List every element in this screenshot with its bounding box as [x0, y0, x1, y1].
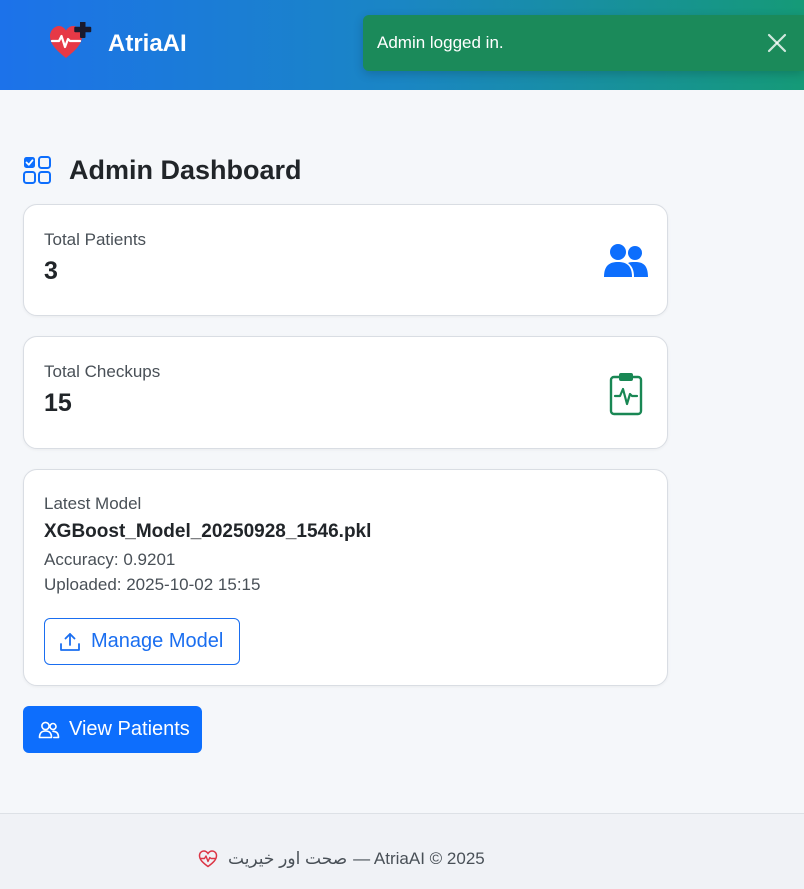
view-patients-button[interactable]: View Patients: [23, 706, 202, 753]
brand-name: AtriaAI: [108, 30, 187, 57]
model-filename: XGBoost_Model_20250928_1546.pkl: [44, 521, 372, 542]
total-checkups-value: 15: [44, 389, 72, 417]
manage-model-button[interactable]: Manage Model: [44, 618, 240, 665]
model-uploaded: Uploaded: 2025-10-02 15:15: [44, 575, 261, 594]
brand-link[interactable]: AtriaAI: [48, 22, 187, 66]
heart-pulse-icon: [198, 850, 218, 868]
people-outline-icon: [38, 721, 60, 738]
manage-model-label: Manage Model: [91, 630, 224, 652]
latest-model-card: Latest Model XGBoost_Model_20250928_1546…: [23, 469, 668, 686]
clipboard-pulse-icon: [609, 373, 643, 416]
page-header: Admin Dashboard: [23, 150, 302, 190]
total-checkups-card: Total Checkups 15: [23, 336, 668, 449]
footer-urdu-text: صحت اور خیریت: [228, 849, 348, 868]
view-patients-label: View Patients: [69, 718, 190, 740]
upload-icon: [60, 632, 80, 651]
model-accuracy: Accuracy: 0.9201: [44, 550, 176, 569]
heart-pulse-plus-icon: [50, 22, 92, 58]
latest-model-label: Latest Model: [44, 494, 142, 513]
grid-check-icon: [23, 156, 51, 184]
footer-copyright: — AtriaAI © 2025: [353, 849, 485, 868]
toast-message: Admin logged in.: [377, 33, 504, 52]
page-footer: صحت اور خیریت — AtriaAI © 2025: [0, 813, 804, 889]
page-title: Admin Dashboard: [69, 154, 302, 185]
people-icon: [604, 244, 648, 277]
footer-text-row: صحت اور خیریت — AtriaAI © 2025: [198, 848, 485, 870]
close-icon[interactable]: [766, 32, 788, 54]
total-patients-card: Total Patients 3: [23, 204, 668, 316]
total-checkups-label: Total Checkups: [44, 362, 161, 381]
total-patients-value: 3: [44, 257, 58, 285]
total-patients-label: Total Patients: [44, 230, 147, 249]
login-toast: Admin logged in.: [363, 15, 804, 71]
